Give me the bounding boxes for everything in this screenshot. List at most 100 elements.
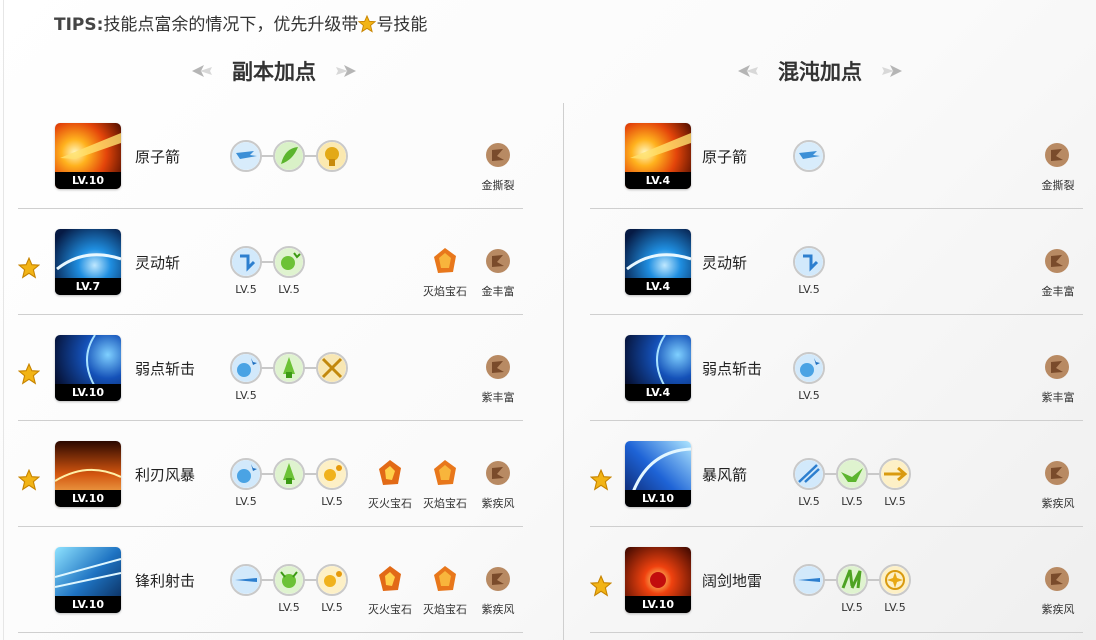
rune-green-orb-icon[interactable] — [273, 246, 305, 278]
rune-level: LV.5 — [884, 495, 906, 508]
rune-level: LV.5 — [841, 495, 863, 508]
skill-icon-atomic-arrow[interactable]: LV.10 — [55, 123, 121, 189]
skill-name: 原子箭 — [135, 148, 181, 166]
rune-green-shards-icon[interactable] — [836, 564, 868, 596]
skill-icon-atomic-arrow[interactable]: LV.4 — [625, 123, 691, 189]
gem-label: 灭焰宝石 — [423, 497, 467, 510]
skill-icon-storm-arrow[interactable]: LV.10 — [625, 441, 691, 507]
rune-green-claw-icon[interactable] — [273, 564, 305, 596]
tips-text-before: 技能点富余的情况下，优先升级带 — [103, 15, 359, 35]
skill-icon-weak-point-strike[interactable]: LV.10 — [55, 335, 121, 401]
gem-label: 紫丰富 — [1041, 391, 1075, 404]
bronze-gem-icon[interactable] — [1042, 352, 1072, 382]
dungeon-section-title: 副本加点 — [190, 56, 358, 86]
bronze-gem-icon[interactable] — [483, 352, 513, 382]
star-icon — [18, 363, 40, 385]
rune-blue-swirl-icon[interactable] — [230, 246, 262, 278]
dungeon-title-text: 副本加点 — [232, 60, 316, 84]
bronze-gem-icon[interactable] — [483, 140, 513, 170]
skill-row-agile-slash-chaos: LV.4 灵动斩 LV.5 金丰富 — [590, 214, 1090, 320]
skill-name: 阔剑地雷 — [702, 572, 763, 590]
skill-level: LV.10 — [55, 172, 121, 189]
skill-row-sharp-shot: LV.10 锋利射击 LV.5 LV.5 灭火宝石 灭焰宝石 紫疾风 — [18, 532, 523, 638]
rune-level: LV.5 — [278, 283, 300, 296]
gem-label: 灭焰宝石 — [423, 603, 467, 616]
flame-gem-icon[interactable] — [430, 458, 460, 488]
rune-sunburst-icon[interactable] — [316, 458, 348, 490]
rune-blue-arrow-icon[interactable] — [230, 564, 262, 596]
fire-gem-icon[interactable] — [375, 564, 405, 594]
skill-icon-weak-point-strike[interactable]: LV.4 — [625, 335, 691, 401]
skill-name: 灵动斩 — [702, 254, 748, 272]
rune-green-bird-icon[interactable] — [836, 458, 868, 490]
rune-golden-arrow-icon[interactable] — [879, 458, 911, 490]
rune-leaf-icon[interactable] — [273, 140, 305, 172]
rune-level: LV.5 — [235, 495, 257, 508]
rune-golden-star-icon[interactable] — [879, 564, 911, 596]
gem-label: 紫疾风 — [481, 497, 515, 510]
skill-icon-claymore-mine[interactable]: LV.10 — [625, 547, 691, 613]
bronze-gem-icon[interactable] — [1042, 564, 1072, 594]
tips-prefix: TIPS: — [54, 15, 104, 35]
bronze-gem-icon[interactable] — [1042, 246, 1072, 276]
gem-label: 紫疾风 — [1041, 603, 1075, 616]
skill-level: LV.10 — [625, 490, 691, 507]
rune-wind-icon[interactable] — [230, 140, 262, 172]
gem-label: 金丰富 — [481, 285, 515, 298]
bronze-gem-icon[interactable] — [483, 246, 513, 276]
skill-icon-agile-slash[interactable]: LV.7 — [55, 229, 121, 295]
rune-level: LV.5 — [321, 495, 343, 508]
bronze-gem-icon[interactable] — [483, 458, 513, 488]
rune-blue-spark-icon[interactable] — [230, 458, 262, 490]
rune-fist-icon[interactable] — [316, 140, 348, 172]
rune-crossed-swords-icon[interactable] — [316, 352, 348, 384]
skill-row-blade-storm: LV.10 利刃风暴 LV.5 LV.5 灭火宝石 灭焰宝石 紫疾风 — [18, 426, 523, 532]
skill-name: 灵动斩 — [135, 254, 181, 272]
rune-wind-icon[interactable] — [793, 140, 825, 172]
skill-row-weak-point-strike: LV.10 弱点斩击 LV.5 紫丰富 — [18, 320, 523, 426]
fire-gem-icon[interactable] — [375, 458, 405, 488]
bronze-gem-icon[interactable] — [1042, 140, 1072, 170]
chaos-title-text: 混沌加点 — [778, 60, 862, 84]
skill-name: 暴风箭 — [702, 466, 748, 484]
column-divider — [563, 103, 564, 640]
bronze-gem-icon[interactable] — [483, 564, 513, 594]
skill-name: 原子箭 — [702, 148, 748, 166]
right-arrow-ornament-icon — [882, 65, 902, 77]
right-arrow-ornament-icon — [336, 65, 356, 77]
skill-icon-agile-slash[interactable]: LV.4 — [625, 229, 691, 295]
gem-label: 金丰富 — [1041, 285, 1075, 298]
skill-icon-sharp-shot[interactable]: LV.10 — [55, 547, 121, 613]
rune-blue-arrow-icon[interactable] — [793, 458, 825, 490]
rune-level: LV.5 — [798, 495, 820, 508]
rune-blue-spark-icon[interactable] — [230, 352, 262, 384]
left-arrow-ornament-icon — [192, 65, 212, 77]
gem-label: 紫疾风 — [1041, 497, 1075, 510]
gem-label: 紫丰富 — [481, 391, 515, 404]
star-icon — [590, 469, 612, 491]
rune-blue-spark-icon[interactable] — [793, 352, 825, 384]
flame-gem-icon[interactable] — [430, 246, 460, 276]
skill-level: LV.4 — [625, 384, 691, 401]
rune-blue-swirl-icon[interactable] — [793, 246, 825, 278]
chaos-section-title: 混沌加点 — [736, 56, 904, 86]
bronze-gem-icon[interactable] — [1042, 458, 1072, 488]
skill-row-atomic-arrow: LV.10 原子箭 金撕裂 — [18, 108, 523, 214]
rune-level: LV.5 — [841, 601, 863, 614]
rune-sunburst-icon[interactable] — [316, 564, 348, 596]
rune-green-spire-icon[interactable] — [273, 352, 305, 384]
rune-level: LV.5 — [321, 601, 343, 614]
skill-name: 弱点斩击 — [135, 360, 196, 378]
skill-row-atomic-arrow-chaos: LV.4 原子箭 金撕裂 — [590, 108, 1090, 214]
rune-level: LV.5 — [278, 601, 300, 614]
rune-level: LV.5 — [235, 389, 257, 402]
rune-blue-arrow-icon[interactable] — [793, 564, 825, 596]
flame-gem-icon[interactable] — [430, 564, 460, 594]
skill-name: 弱点斩击 — [702, 360, 763, 378]
skill-level: LV.10 — [55, 490, 121, 507]
skill-icon-blade-storm[interactable]: LV.10 — [55, 441, 121, 507]
skill-row-storm-arrow-chaos: LV.10 暴风箭 LV.5 LV.5 LV.5 紫疾风 — [590, 426, 1090, 532]
rune-green-spire-icon[interactable] — [273, 458, 305, 490]
skill-name: 利刃风暴 — [135, 466, 196, 484]
left-border — [3, 0, 4, 640]
